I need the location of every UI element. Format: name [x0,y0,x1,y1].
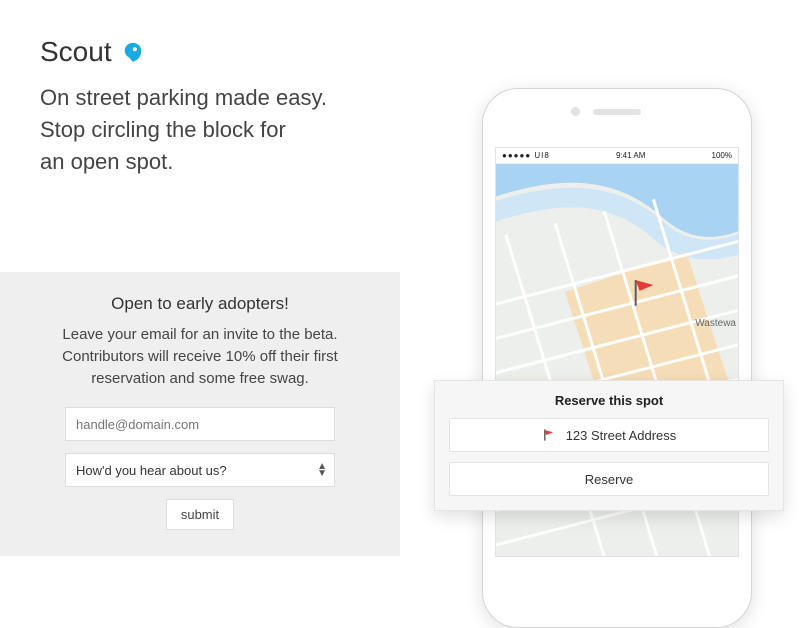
referral-select[interactable]: How'd you hear about us? [65,453,335,487]
phone-camera-icon [571,107,580,116]
signup-title: Open to early adopters! [28,294,372,314]
brand-name: Scout [40,36,112,68]
status-battery: 100% [712,151,732,160]
brand: Scout [40,36,760,68]
reserve-button[interactable]: Reserve [449,462,769,496]
phone-mockup: ●●●●● UI8 9:41 AM 100% [482,88,752,628]
signup-panel: Open to early adopters! Leave your email… [0,272,400,556]
status-time: 9:41 AM [616,151,645,160]
flag-icon [542,428,556,442]
brand-logo-icon [122,41,144,63]
address-row[interactable]: 123 Street Address [449,418,769,452]
submit-button[interactable]: submit [166,499,234,530]
reserve-title: Reserve this spot [449,393,769,408]
status-bar: ●●●●● UI8 9:41 AM 100% [496,148,738,164]
email-input[interactable] [65,407,335,441]
map-label-right: Wastewa [695,318,736,329]
reserve-card: Reserve this spot 123 Street Address Res… [434,380,784,511]
address-text: 123 Street Address [566,428,677,443]
phone-speaker-icon [593,109,641,115]
status-signal: ●●●●● UI8 [502,151,550,160]
signup-body: Leave your email for an invite to the be… [28,324,372,389]
